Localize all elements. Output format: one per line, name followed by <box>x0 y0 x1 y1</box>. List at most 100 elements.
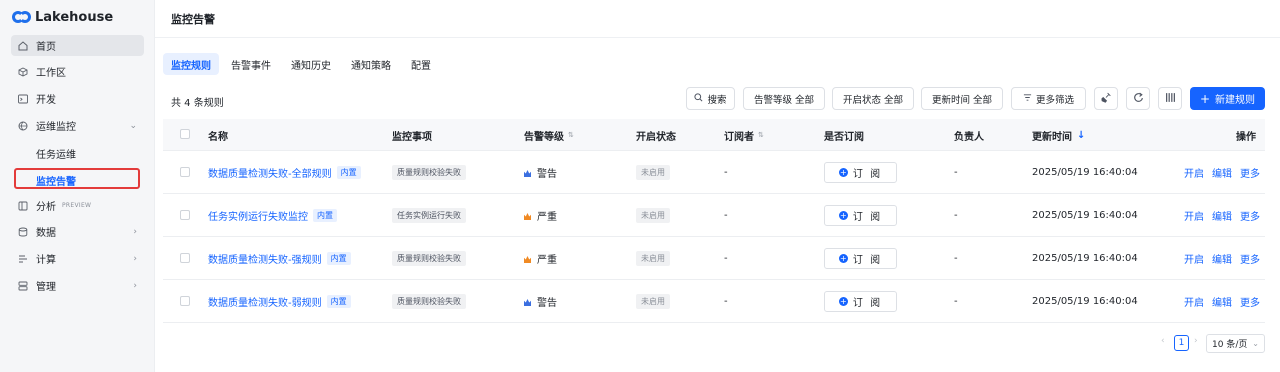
new-rule-button[interactable]: + 新建规则 <box>1190 87 1265 110</box>
next-page-icon[interactable]: › <box>1194 336 1198 346</box>
enable-link[interactable]: 开启 <box>1184 208 1204 223</box>
more-link[interactable]: 更多 <box>1240 251 1260 266</box>
rule-name-link[interactable]: 数据质量检测失败-弱规则 <box>208 294 322 309</box>
edit-link[interactable]: 编辑 <box>1212 294 1232 309</box>
col-updated-label: 更新时间 <box>1032 131 1072 143</box>
col-subscribers[interactable]: 订阅者 ⇅ <box>724 119 764 151</box>
plus-circle-icon: + <box>838 211 848 220</box>
monitor-item-tag: 质量规则校验失败 <box>392 251 466 266</box>
tab-alert-events[interactable]: 告警事件 <box>223 53 279 75</box>
search-label: 搜索 <box>707 94 727 106</box>
page-title: 监控告警 <box>171 13 215 26</box>
tab-notify-policy[interactable]: 通知策略 <box>343 53 399 75</box>
edit-link[interactable]: 编辑 <box>1212 251 1232 266</box>
table-header: 名称 监控事项 告警等级 ⇅ 开启状态 订阅者 ⇅ 是否订阅 负责人 更新时间 … <box>163 119 1265 151</box>
sidebar-item-label: 计算 <box>36 255 56 266</box>
more-link[interactable]: 更多 <box>1240 208 1260 223</box>
plus-circle-icon: + <box>838 254 848 263</box>
alert-level-icon <box>524 255 531 263</box>
enable-link[interactable]: 开启 <box>1184 165 1204 180</box>
sidebar-subitem-task-ops[interactable]: 任务运维 <box>36 146 76 161</box>
tab-notify-history[interactable]: 通知历史 <box>283 53 339 75</box>
sidebar-item-compute[interactable]: 计算 › <box>11 248 144 269</box>
alert-level-icon <box>524 212 531 220</box>
updated-time: 2025/05/19 16:40:04 <box>1032 167 1138 178</box>
filter-alert-level[interactable]: 告警等级 全部 <box>743 87 825 110</box>
subscribe-button[interactable]: + 订 阅 <box>824 291 897 312</box>
more-filters-button[interactable]: 更多筛选 <box>1011 87 1086 110</box>
page-size-select[interactable]: 10 条/页 ⌄ <box>1206 334 1265 353</box>
chevron-down-icon: ⌄ <box>129 120 137 131</box>
status-badge: 未启用 <box>636 165 670 180</box>
col-subscribers-label: 订阅者 <box>724 131 754 143</box>
tab-monitor-rules[interactable]: 监控规则 <box>163 53 219 75</box>
edit-link[interactable]: 编辑 <box>1212 208 1232 223</box>
sort-icon[interactable]: ⇅ <box>758 131 764 139</box>
rule-count: 共 4 条规则 <box>171 98 224 109</box>
enable-link[interactable]: 开启 <box>1184 294 1204 309</box>
rule-name-link[interactable]: 数据质量检测失败-强规则 <box>208 251 322 266</box>
row-checkbox[interactable] <box>180 296 190 306</box>
broom-icon <box>1100 92 1112 106</box>
table-row: 数据质量检测失败-弱规则 内置 质量规则校验失败 警告 未启用 - + 订 阅 - … <box>163 280 1265 323</box>
subscribe-label: 订 阅 <box>852 298 883 309</box>
rule-name-link[interactable]: 数据质量检测失败-全部规则 <box>208 165 332 180</box>
more-link[interactable]: 更多 <box>1240 294 1260 309</box>
builtin-badge: 内置 <box>313 209 337 222</box>
prev-page-icon[interactable]: ‹ <box>1161 336 1165 346</box>
builtin-badge: 内置 <box>336 166 361 179</box>
col-updated[interactable]: 更新时间 ↓ <box>1032 119 1085 151</box>
subscribe-button[interactable]: + 订 阅 <box>824 162 897 183</box>
new-rule-label: 新建规则 <box>1215 95 1256 106</box>
clear-filter-button[interactable] <box>1094 87 1118 110</box>
sidebar-item-manage[interactable]: 管理 › <box>11 275 144 296</box>
select-all-checkbox[interactable] <box>180 129 190 139</box>
sidebar-item-label: 开发 <box>36 95 56 106</box>
monitor-item-tag: 任务实例运行失败 <box>392 208 466 223</box>
terminal-icon <box>18 94 28 104</box>
search-icon <box>694 92 703 105</box>
sidebar-item-label: 数据 <box>36 228 56 239</box>
home-icon <box>18 40 28 51</box>
more-link[interactable]: 更多 <box>1240 165 1260 180</box>
tab-config[interactable]: 配置 <box>403 53 439 75</box>
rule-name-link[interactable]: 任务实例运行失败监控 <box>208 208 308 223</box>
refresh-icon <box>1133 92 1144 106</box>
subscribe-label: 订 阅 <box>852 169 883 180</box>
filter-update-time[interactable]: 更新时间 全部 <box>921 87 1003 110</box>
app-logo[interactable]: Lakehouse <box>12 8 113 26</box>
sidebar-item-label: 首页 <box>36 42 56 53</box>
subscribe-button[interactable]: + 订 阅 <box>824 205 897 226</box>
search-button[interactable]: 搜索 <box>686 87 735 110</box>
subscribe-button[interactable]: + 订 阅 <box>824 248 897 269</box>
sidebar-item-workspace[interactable]: 工作区 <box>11 61 144 82</box>
chevron-down-icon: ⌄ <box>1252 339 1259 348</box>
sidebar-item-develop[interactable]: 开发 <box>11 88 144 109</box>
header-divider <box>155 37 1280 38</box>
refresh-button[interactable] <box>1126 87 1150 110</box>
row-checkbox[interactable] <box>180 167 190 177</box>
row-checkbox[interactable] <box>180 253 190 263</box>
subscribers-value: - <box>724 167 728 178</box>
sidebar-item-ops-monitor[interactable]: 运维监控 ⌄ <box>11 115 144 136</box>
subscribers-value: - <box>724 253 728 264</box>
page-number[interactable]: 1 <box>1174 335 1189 351</box>
updated-time: 2025/05/19 16:40:04 <box>1032 296 1138 307</box>
enable-link[interactable]: 开启 <box>1184 251 1204 266</box>
compute-icon <box>18 254 28 264</box>
sidebar-item-data[interactable]: 数据 › <box>11 221 144 242</box>
row-checkbox[interactable] <box>180 210 190 220</box>
column-settings-button[interactable] <box>1158 87 1182 110</box>
col-status: 开启状态 <box>636 131 676 143</box>
edit-link[interactable]: 编辑 <box>1212 165 1232 180</box>
sidebar-item-label: 工作区 <box>36 68 66 79</box>
filter-enable-status[interactable]: 开启状态 全部 <box>832 87 914 110</box>
col-level[interactable]: 告警等级 ⇅ <box>524 119 574 151</box>
sort-icon[interactable]: ⇅ <box>568 131 574 139</box>
sidebar-item-analysis[interactable]: 分析 PREVIEW <box>11 195 144 216</box>
chevron-right-icon: › <box>133 226 137 237</box>
owner-value: - <box>954 210 958 221</box>
sort-desc-icon[interactable]: ↓ <box>1077 130 1085 141</box>
database-icon <box>18 227 28 237</box>
sidebar-item-home[interactable]: 首页 <box>11 35 144 56</box>
